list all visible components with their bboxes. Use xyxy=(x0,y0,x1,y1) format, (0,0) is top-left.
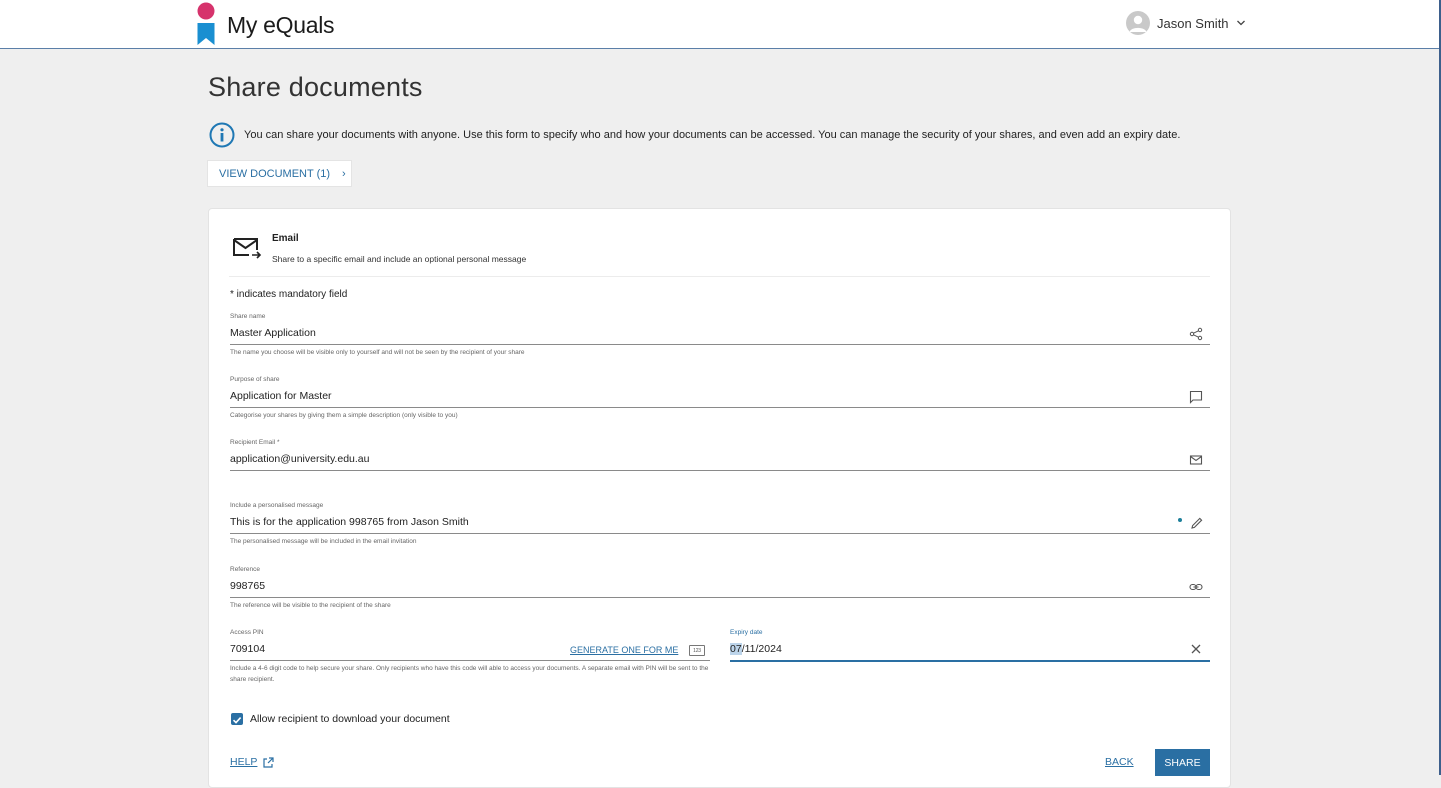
status-dot-icon xyxy=(1178,518,1182,522)
dialpad-icon: 123 xyxy=(689,645,705,656)
reference-label: Reference xyxy=(230,566,260,573)
external-link-icon xyxy=(263,756,275,768)
comment-icon xyxy=(1189,390,1203,404)
info-text: You can share your documents with anyone… xyxy=(244,129,1181,141)
chevron-right-icon: › xyxy=(342,167,346,180)
purpose-hint: Categorise your shares by giving them a … xyxy=(230,412,458,419)
envelope-icon xyxy=(1189,455,1203,465)
input-underline xyxy=(230,597,1210,598)
user-menu[interactable]: Jason Smith xyxy=(1126,11,1246,35)
recipient-email-field[interactable]: Recipient Email * application@university… xyxy=(230,439,1210,473)
share-name-hint: The name you choose will be visible only… xyxy=(230,349,525,356)
avatar xyxy=(1126,11,1150,35)
view-document-label: VIEW DOCUMENT (1) xyxy=(219,167,331,180)
share-method-title: Email xyxy=(272,233,299,244)
access-pin-label: Access PIN xyxy=(230,629,264,636)
access-pin-hint: Include a 4-6 digit code to help secure … xyxy=(230,665,709,683)
expiry-day-selection: 07 xyxy=(730,643,742,655)
my-equals-logo xyxy=(197,2,215,45)
share-icon xyxy=(1189,327,1203,341)
access-pin-input[interactable]: 709104 xyxy=(230,643,265,655)
purpose-field[interactable]: Purpose of share Application for Master … xyxy=(230,376,1210,422)
clear-icon[interactable] xyxy=(1190,643,1202,655)
user-name: Jason Smith xyxy=(1157,15,1229,31)
brand-name[interactable]: My eQuals xyxy=(227,12,335,39)
share-name-field[interactable]: Share name Master Application The name y… xyxy=(230,313,1210,359)
input-underline xyxy=(230,344,1210,345)
allow-download-label[interactable]: Allow recipient to download your documen… xyxy=(250,713,450,725)
help-link[interactable]: HELP xyxy=(230,756,275,768)
page-title: Share documents xyxy=(208,72,423,102)
purpose-label: Purpose of share xyxy=(230,376,280,383)
email-send-icon xyxy=(233,238,262,259)
user-icon xyxy=(1129,15,1147,32)
generate-pin-link[interactable]: GENERATE ONE FOR ME xyxy=(570,645,678,655)
input-underline xyxy=(230,407,1210,408)
checkmark-icon xyxy=(232,717,242,724)
message-field[interactable]: Include a personalised message This is f… xyxy=(230,502,1210,548)
help-label: HELP xyxy=(230,756,258,768)
input-underline-active xyxy=(730,660,1210,662)
input-underline xyxy=(230,660,710,661)
divider xyxy=(229,276,1210,277)
share-name-input[interactable]: Master Application xyxy=(230,327,316,339)
info-icon xyxy=(209,122,235,148)
mandatory-note: * indicates mandatory field xyxy=(230,289,348,300)
input-underline xyxy=(230,533,1210,534)
expiry-date-label: Expiry date xyxy=(730,629,763,636)
message-label: Include a personalised message xyxy=(230,502,324,509)
message-input[interactable]: This is for the application 998765 from … xyxy=(230,516,469,528)
purpose-input[interactable]: Application for Master xyxy=(230,390,332,402)
allow-download-checkbox[interactable] xyxy=(231,713,243,725)
chevron-down-icon xyxy=(1236,20,1245,26)
recipient-email-input[interactable]: application@university.edu.au xyxy=(230,453,369,465)
share-method-description: Share to a specific email and include an… xyxy=(272,254,527,264)
expiry-date-input[interactable]: 07/11/2024 xyxy=(730,643,782,655)
reference-hint: The reference will be visible to the rec… xyxy=(230,602,391,609)
view-document-button[interactable]: VIEW DOCUMENT (1) › xyxy=(207,160,352,187)
expiry-date-field[interactable]: Expiry date 07/11/2024 xyxy=(730,629,1210,663)
share-name-label: Share name xyxy=(230,313,266,320)
expiry-date-rest: /11/2024 xyxy=(741,643,782,655)
top-bar: My eQuals Jason Smith xyxy=(0,0,1441,49)
reference-field[interactable]: Reference 998765 The reference will be v… xyxy=(230,566,1210,612)
recipient-email-label: Recipient Email * xyxy=(230,439,280,446)
message-hint: The personalised message will be include… xyxy=(230,538,417,545)
input-underline xyxy=(230,470,1210,471)
info-banner: You can share your documents with anyone… xyxy=(209,122,1180,148)
share-form-card xyxy=(208,208,1231,788)
link-icon xyxy=(1189,583,1203,591)
back-button[interactable]: BACK xyxy=(1105,756,1134,768)
share-button[interactable]: SHARE xyxy=(1155,749,1210,776)
reference-input[interactable]: 998765 xyxy=(230,580,265,592)
pencil-icon xyxy=(1191,517,1203,529)
